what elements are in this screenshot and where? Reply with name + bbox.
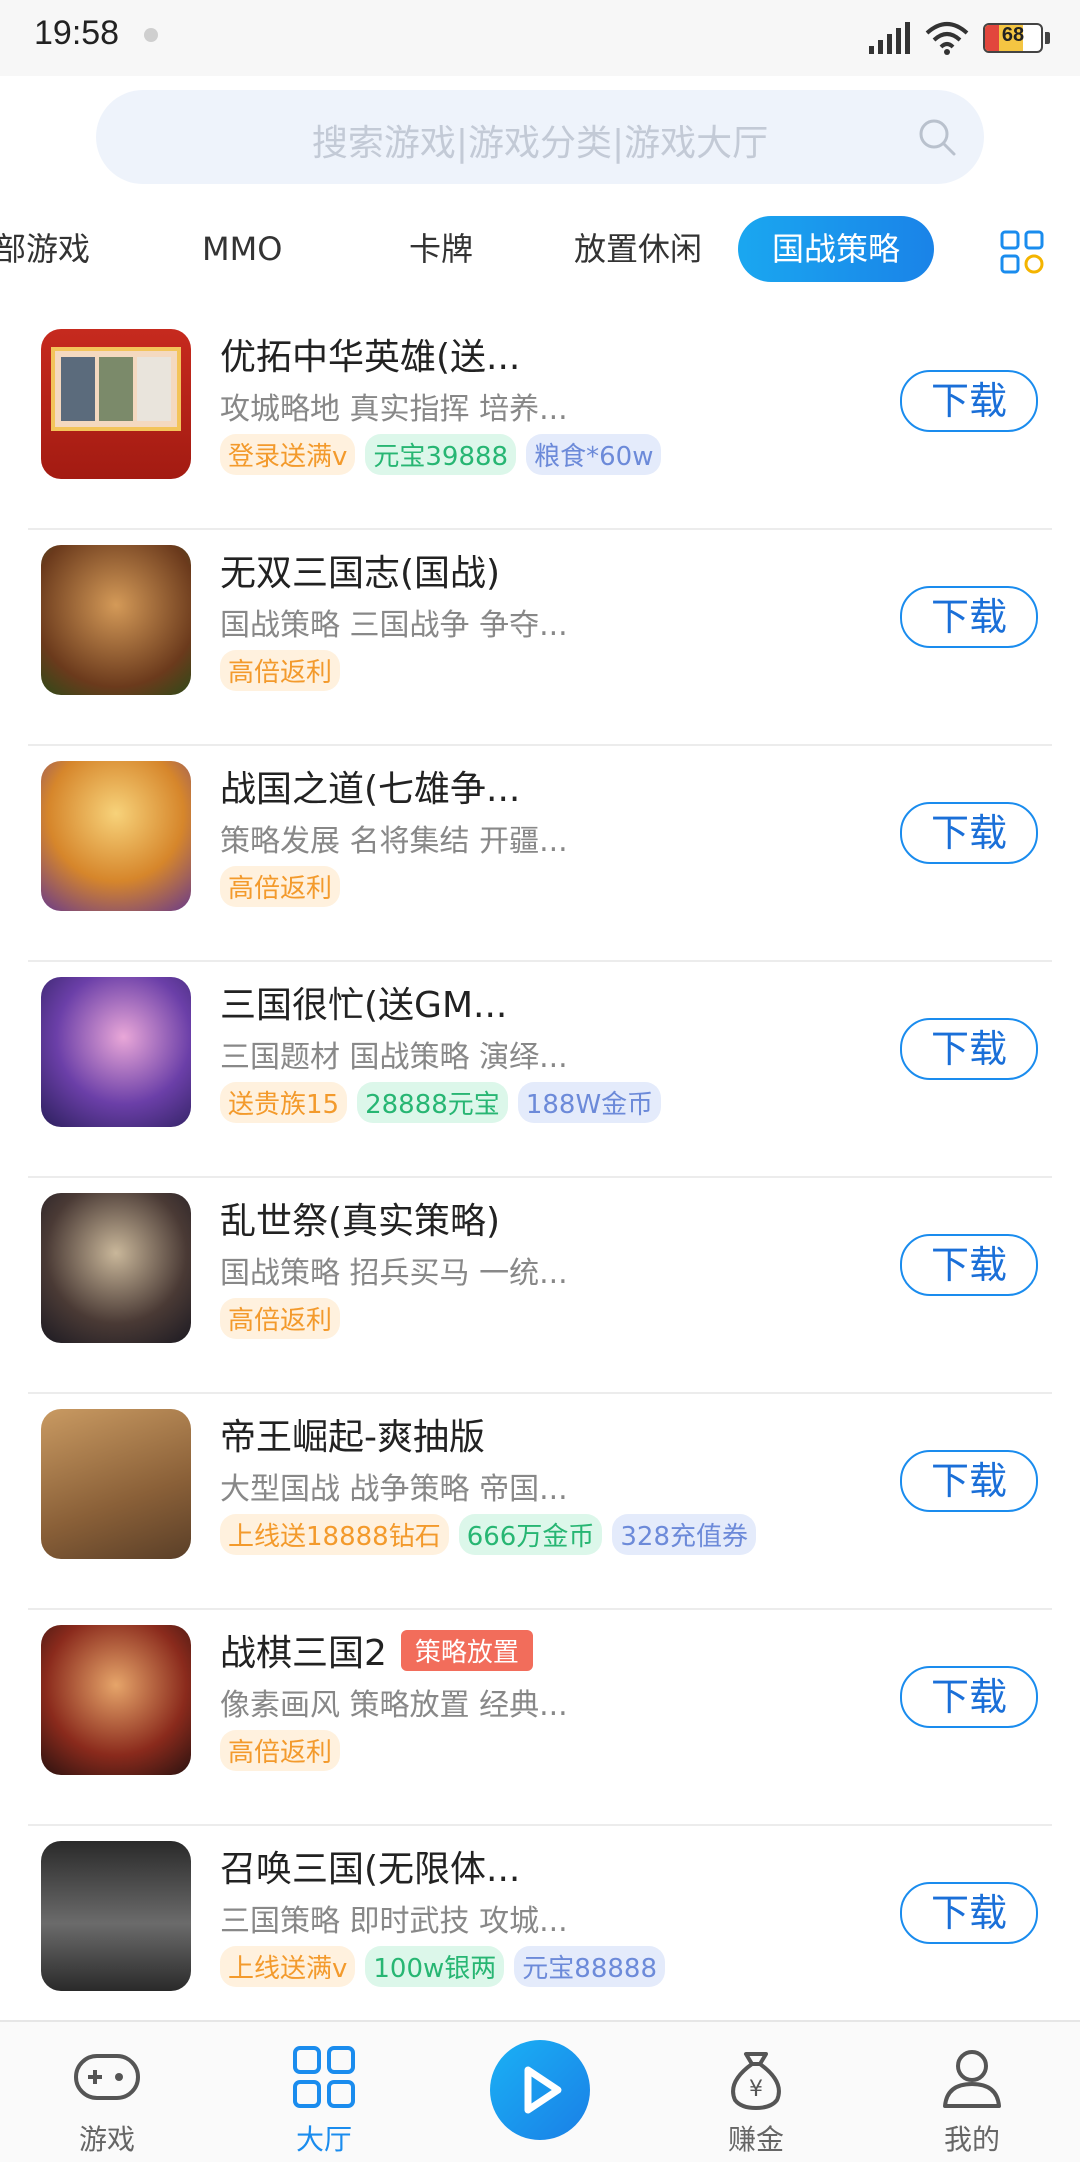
game-item[interactable]: 乱世祭(真实策略) 国战策略 招兵买马 一统... 高倍返利 下载 bbox=[28, 1178, 1052, 1394]
game-name: 优拓中华英雄(送... bbox=[220, 337, 521, 378]
bottom-navigation: 游戏 大厅 ¥ 赚金 我的 bbox=[0, 2020, 1080, 2162]
grid-icon bbox=[293, 2046, 355, 2108]
download-button[interactable]: 下载 bbox=[900, 1882, 1038, 1944]
game-tag: 高倍返利 bbox=[220, 1298, 341, 1339]
download-button[interactable]: 下载 bbox=[900, 802, 1038, 864]
play-icon bbox=[524, 2066, 562, 2114]
game-name: 三国很忙(送GM... bbox=[220, 985, 508, 1026]
nav-mine-label: 我的 bbox=[943, 2123, 1000, 2156]
game-description: 国战策略 招兵买马 一统... bbox=[220, 1256, 568, 1291]
game-description: 大型国战 战争策略 帝国... bbox=[220, 1472, 568, 1507]
game-tags: 上线送18888钻石 666万金币 328充值券 bbox=[220, 1514, 756, 1555]
game-tag: 高倍返利 bbox=[220, 1730, 341, 1771]
game-description: 国战策略 三国战争 争夺... bbox=[220, 608, 568, 643]
notification-dot-icon bbox=[144, 28, 158, 42]
game-tag: 送贵族15 bbox=[220, 1082, 348, 1123]
game-tag: 粮食*60w bbox=[526, 434, 662, 475]
search-bar[interactable]: 搜索游戏|游戏分类|游戏大厅 bbox=[96, 90, 984, 184]
game-icon bbox=[41, 545, 191, 695]
game-description: 策略发展 名将集结 开疆... bbox=[220, 824, 568, 859]
money-bag-icon: ¥ bbox=[731, 2052, 781, 2111]
clock: 19:58 bbox=[34, 14, 120, 52]
game-tag: 666万金币 bbox=[458, 1514, 603, 1555]
game-item[interactable]: 战国之道(七雄争... 策略发展 名将集结 开疆... 高倍返利 下载 bbox=[28, 746, 1052, 962]
status-bar: 19:58 68 bbox=[0, 0, 1080, 76]
game-item[interactable]: 召唤三国(无限体... 三国策略 即时武技 攻城... 上线送满v 100w银两… bbox=[28, 1826, 1052, 2042]
download-button[interactable]: 下载 bbox=[900, 1018, 1038, 1080]
game-icon bbox=[41, 1625, 191, 1775]
tab-strategy[interactable]: 国战策略 bbox=[738, 216, 935, 282]
game-tags: 上线送满v 100w银两 元宝88888 bbox=[220, 1946, 666, 1987]
game-tag: 28888元宝 bbox=[357, 1082, 508, 1123]
nav-hall-label: 大厅 bbox=[295, 2123, 352, 2156]
game-description: 三国策略 即时武技 攻城... bbox=[220, 1904, 568, 1939]
tab-mmo[interactable]: MMO bbox=[202, 216, 282, 282]
game-tag: 上线送18888钻石 bbox=[220, 1514, 449, 1555]
game-tag: 高倍返利 bbox=[220, 866, 341, 907]
play-button[interactable] bbox=[490, 2040, 590, 2140]
game-tag: 上线送满v bbox=[220, 1946, 356, 1987]
battery-level: 68 bbox=[1001, 24, 1025, 46]
game-tags: 高倍返利 bbox=[220, 866, 341, 907]
game-tag: 高倍返利 bbox=[220, 650, 341, 691]
game-item[interactable]: 帝王崛起-爽抽版 大型国战 战争策略 帝国... 上线送18888钻石 666万… bbox=[28, 1394, 1052, 1610]
download-button[interactable]: 下载 bbox=[900, 1234, 1038, 1296]
wifi-icon bbox=[925, 22, 969, 55]
game-description: 三国题材 国战策略 演绎... bbox=[220, 1040, 568, 1075]
game-tag: 元宝88888 bbox=[514, 1946, 666, 1987]
game-name: 乱世祭(真实策略) bbox=[220, 1201, 501, 1242]
category-tabs: 部游戏 MMO 卡牌 放置休闲 国战策略 bbox=[0, 216, 1080, 290]
game-item[interactable]: 战棋三国2 策略放置 像素画风 策略放置 经典... 高倍返利 下载 bbox=[28, 1610, 1052, 1826]
game-icon bbox=[41, 977, 191, 1127]
category-grid-icon[interactable] bbox=[1000, 230, 1044, 274]
signal-icon bbox=[869, 22, 910, 54]
game-tags: 高倍返利 bbox=[220, 650, 341, 691]
game-item[interactable]: 三国很忙(送GM... 三国题材 国战策略 演绎... 送贵族15 28888元… bbox=[28, 962, 1052, 1178]
game-tags: 高倍返利 bbox=[220, 1730, 341, 1771]
game-tags: 送贵族15 28888元宝 188W金币 bbox=[220, 1082, 662, 1123]
battery-icon: 68 bbox=[983, 23, 1043, 53]
game-item[interactable]: 无双三国志(国战) 国战策略 三国战争 争夺... 高倍返利 下载 bbox=[28, 530, 1052, 746]
download-button[interactable]: 下载 bbox=[900, 586, 1038, 648]
game-name: 帝王崛起-爽抽版 bbox=[220, 1417, 485, 1458]
svg-text:¥: ¥ bbox=[749, 2077, 763, 2102]
game-icon bbox=[41, 1193, 191, 1343]
game-icon bbox=[41, 329, 191, 479]
download-button[interactable]: 下载 bbox=[900, 1666, 1038, 1728]
game-list: 优拓中华英雄(送... 攻城略地 真实指挥 培养... 登录送满v 元宝3988… bbox=[28, 314, 1052, 2042]
game-name-text: 战棋三国2 bbox=[220, 1633, 387, 1674]
game-icon bbox=[41, 761, 191, 911]
search-placeholder: 搜索游戏|游戏分类|游戏大厅 bbox=[311, 123, 769, 164]
tab-card[interactable]: 卡牌 bbox=[409, 216, 473, 282]
game-name: 战国之道(七雄争... bbox=[220, 769, 521, 810]
nav-earn-label: 赚金 bbox=[727, 2123, 784, 2156]
game-tag: 登录送满v bbox=[220, 434, 356, 475]
game-description: 攻城略地 真实指挥 培养... bbox=[220, 392, 568, 427]
game-tag: 188W金币 bbox=[517, 1082, 662, 1123]
user-icon bbox=[943, 2050, 1001, 2108]
battery-cap bbox=[1045, 32, 1050, 44]
nav-games-label: 游戏 bbox=[78, 2123, 135, 2156]
game-description: 像素画风 策略放置 经典... bbox=[220, 1688, 568, 1723]
game-tags: 登录送满v 元宝39888 粮食*60w bbox=[220, 434, 662, 475]
game-icon bbox=[41, 1841, 191, 1991]
game-tags: 高倍返利 bbox=[220, 1298, 341, 1339]
download-button[interactable]: 下载 bbox=[900, 1450, 1038, 1512]
status-icons: 68 bbox=[867, 18, 1050, 58]
game-tag: 元宝39888 bbox=[365, 434, 517, 475]
game-name: 无双三国志(国战) bbox=[220, 553, 501, 594]
game-tag: 100w银两 bbox=[365, 1946, 505, 1987]
game-name: 战棋三国2 策略放置 bbox=[220, 1624, 533, 1676]
tab-all-games[interactable]: 部游戏 bbox=[0, 216, 90, 282]
game-tag: 328充值券 bbox=[612, 1514, 756, 1555]
tab-idle[interactable]: 放置休闲 bbox=[574, 216, 702, 282]
game-icon bbox=[41, 1409, 191, 1559]
download-button[interactable]: 下载 bbox=[900, 370, 1038, 432]
gamepad-icon bbox=[74, 2054, 140, 2100]
game-name: 召唤三国(无限体... bbox=[220, 1849, 521, 1890]
game-item[interactable]: 优拓中华英雄(送... 攻城略地 真实指挥 培养... 登录送满v 元宝3988… bbox=[28, 314, 1052, 530]
game-badge: 策略放置 bbox=[400, 1630, 533, 1671]
search-icon[interactable] bbox=[916, 116, 958, 158]
